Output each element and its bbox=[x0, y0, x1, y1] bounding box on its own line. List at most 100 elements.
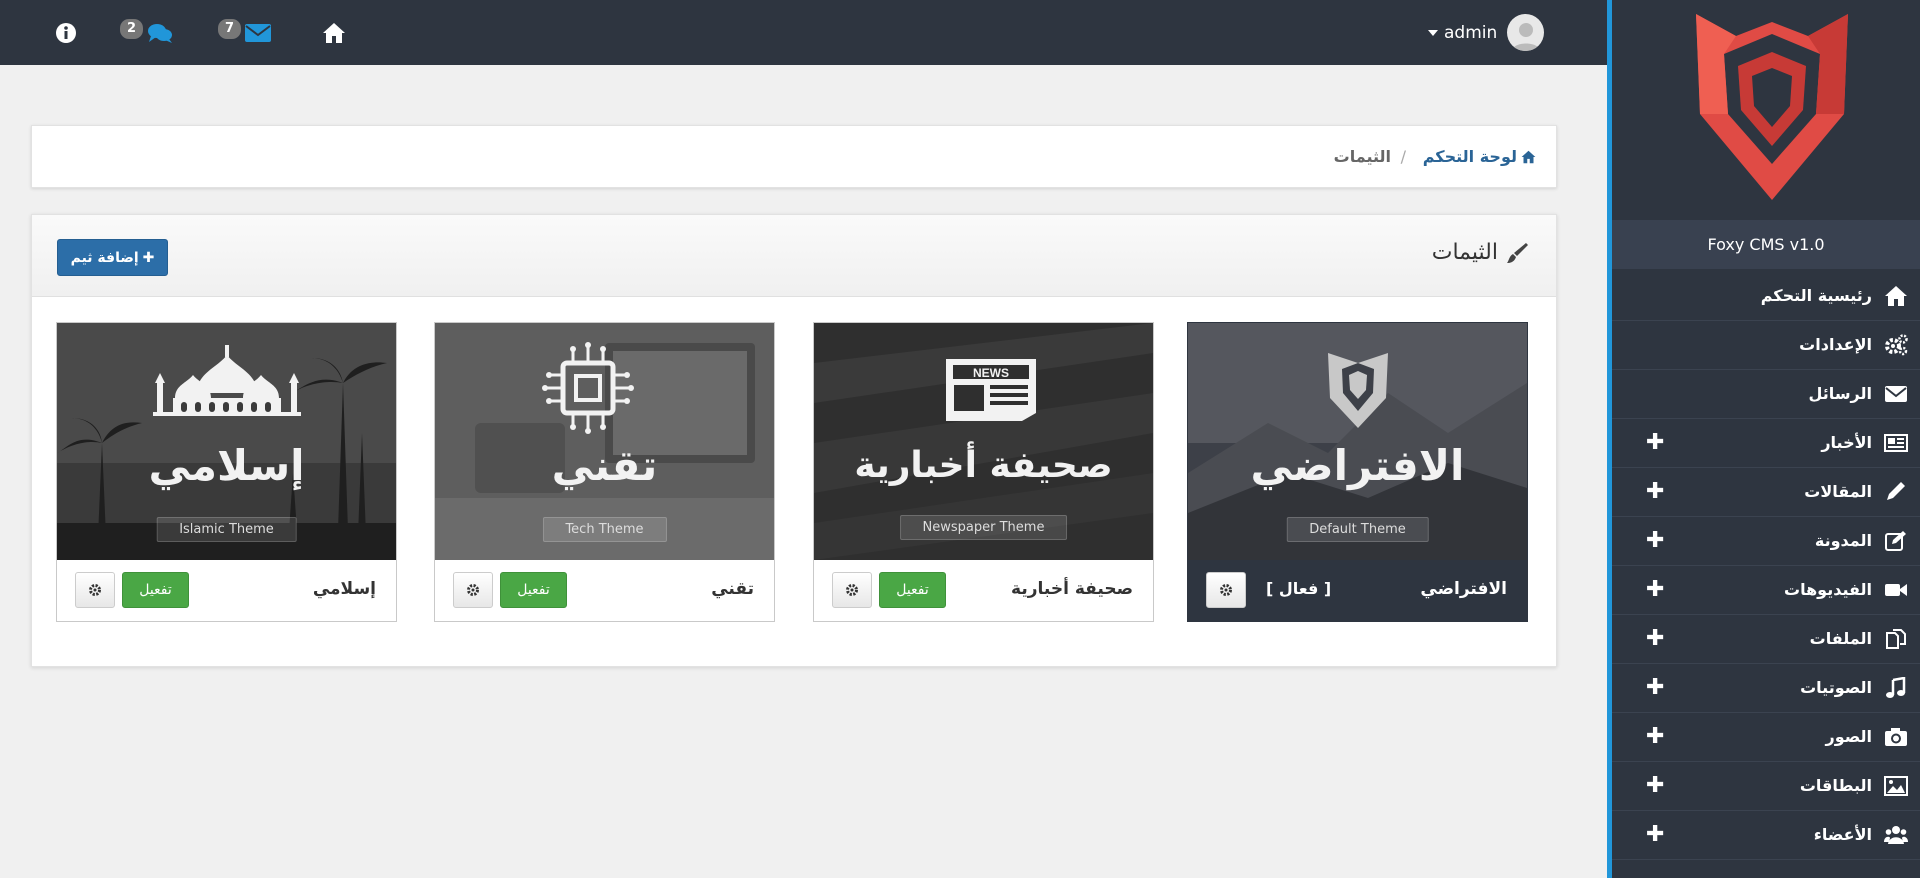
theme-card-islamic: إسلامي Islamic Theme إسلامي تفعيل bbox=[56, 322, 397, 622]
expand-plus-icon[interactable]: ✚ bbox=[1646, 824, 1664, 846]
home-icon bbox=[323, 22, 345, 43]
theme-preview-caption: Newspaper Theme bbox=[899, 515, 1068, 540]
breadcrumb: لوحة التحكم / الثيمات bbox=[31, 125, 1557, 188]
files-icon bbox=[1886, 629, 1906, 649]
sidebar-item-label: رئيسية التحكم bbox=[1760, 286, 1872, 305]
sidebar-item-photos[interactable]: ✚ الصور bbox=[1612, 713, 1920, 762]
expand-plus-icon[interactable]: ✚ bbox=[1646, 579, 1664, 601]
paint-brush-icon bbox=[1507, 242, 1528, 263]
home-icon bbox=[1885, 286, 1907, 306]
camera-icon bbox=[1885, 728, 1907, 746]
breadcrumb-separator: / bbox=[1400, 147, 1406, 166]
top-navbar: 2 7 admin bbox=[0, 0, 1607, 65]
sidebar-item-settings[interactable]: الإعدادات bbox=[1612, 321, 1920, 370]
theme-settings-button[interactable] bbox=[75, 572, 115, 608]
home-icon bbox=[1521, 150, 1536, 163]
theme-preview-tech: تقني Tech Theme bbox=[435, 323, 774, 560]
theme-preview-title: إسلامي bbox=[148, 441, 305, 490]
pencil-icon bbox=[1887, 482, 1905, 500]
sidebar-item-audio[interactable]: ✚ الصوتيات bbox=[1612, 664, 1920, 713]
activate-theme-button[interactable]: تفعيل bbox=[879, 572, 946, 608]
gear-icon bbox=[846, 584, 858, 596]
gear-icon bbox=[1220, 584, 1232, 596]
add-theme-button[interactable]: ✚ إضافة ثيم bbox=[57, 239, 168, 276]
expand-plus-icon[interactable]: ✚ bbox=[1646, 677, 1664, 699]
sidebar-item-label: البطاقات bbox=[1799, 776, 1872, 795]
video-camera-icon bbox=[1885, 584, 1907, 596]
sidebar-item-label: الصور bbox=[1825, 727, 1873, 746]
expand-plus-icon[interactable]: ✚ bbox=[1646, 775, 1664, 797]
users-icon bbox=[1884, 826, 1908, 844]
expand-plus-icon[interactable]: ✚ bbox=[1646, 530, 1664, 552]
sidebar-item-blog[interactable]: ✚ المدونة bbox=[1612, 517, 1920, 566]
messages-badge: 7 bbox=[218, 18, 242, 39]
theme-card-footer: الافتراضي [ فعال ] bbox=[1188, 560, 1527, 621]
plus-icon: ✚ bbox=[142, 249, 155, 266]
sidebar-item-members[interactable]: ✚ الأعضاء bbox=[1612, 811, 1920, 860]
foxy-logo bbox=[1696, 14, 1848, 200]
envelope-icon bbox=[1885, 386, 1907, 402]
gear-icon bbox=[467, 584, 479, 596]
sidebar-item-dashboard[interactable]: رئيسية التحكم bbox=[1612, 272, 1920, 321]
theme-card-default: الافتراضي Default Theme الافتراضي [ فعال… bbox=[1187, 322, 1528, 622]
sidebar: Foxy CMS v1.0 رئيسية التحكم الإعدادات ال… bbox=[1607, 0, 1920, 878]
home-button[interactable] bbox=[322, 0, 346, 65]
messages-button[interactable]: 7 bbox=[218, 0, 272, 65]
comments-button[interactable]: 2 bbox=[120, 0, 173, 65]
theme-preview-islamic: إسلامي Islamic Theme bbox=[57, 323, 396, 560]
edit-icon bbox=[1885, 531, 1906, 551]
theme-preview-caption: Islamic Theme bbox=[156, 517, 297, 542]
sidebar-item-messages[interactable]: الرسائل bbox=[1612, 370, 1920, 419]
sidebar-item-files[interactable]: ✚ الملفات bbox=[1612, 615, 1920, 664]
info-icon bbox=[56, 22, 76, 43]
sidebar-item-label: الفيديوهات bbox=[1784, 580, 1872, 599]
sidebar-item-news[interactable]: ✚ الأخبار bbox=[1612, 419, 1920, 468]
theme-preview-title: صحيفة أخبارية bbox=[854, 445, 1113, 486]
sidebar-item-label: الأخبار bbox=[1821, 433, 1872, 452]
theme-preview-title: تقني bbox=[551, 441, 658, 490]
theme-card-tech: تقني Tech Theme تقني تفعيل bbox=[434, 322, 775, 622]
expand-plus-icon[interactable]: ✚ bbox=[1646, 432, 1664, 454]
sidebar-item-label: الصوتيات bbox=[1800, 678, 1872, 697]
user-menu[interactable]: admin bbox=[1428, 0, 1545, 65]
theme-preview-caption: Default Theme bbox=[1286, 517, 1429, 542]
breadcrumb-current: الثيمات bbox=[1333, 147, 1391, 166]
avatar bbox=[1507, 14, 1545, 51]
add-theme-label: إضافة ثيم bbox=[70, 249, 139, 266]
sidebar-item-label: الأعضاء bbox=[1813, 825, 1872, 844]
comments-badge: 2 bbox=[120, 18, 144, 39]
theme-settings-button[interactable] bbox=[453, 572, 493, 608]
panel-title: الثيمات bbox=[1432, 240, 1528, 265]
username: admin bbox=[1444, 22, 1498, 43]
sidebar-item-articles[interactable]: ✚ المقالات bbox=[1612, 468, 1920, 517]
theme-settings-button[interactable] bbox=[832, 572, 872, 608]
panel-title-text: الثيمات bbox=[1431, 240, 1498, 265]
sidebar-item-label: الملفات bbox=[1809, 629, 1872, 648]
user-silhouette-icon bbox=[1511, 23, 1540, 51]
music-icon bbox=[1886, 677, 1906, 698]
theme-preview-caption: Tech Theme bbox=[542, 517, 667, 542]
expand-plus-icon[interactable]: ✚ bbox=[1646, 726, 1664, 748]
activate-theme-button[interactable]: تفعيل bbox=[122, 572, 189, 608]
sidebar-item-videos[interactable]: ✚ الفيديوهات bbox=[1612, 566, 1920, 615]
expand-plus-icon[interactable]: ✚ bbox=[1646, 628, 1664, 650]
breadcrumb-home-link[interactable]: لوحة التحكم bbox=[1423, 147, 1536, 166]
theme-settings-button[interactable] bbox=[1206, 572, 1246, 608]
sidebar-item-label: الإعدادات bbox=[1799, 335, 1872, 354]
caret-down-icon bbox=[1428, 29, 1438, 36]
gear-icon bbox=[89, 584, 101, 596]
expand-plus-icon[interactable]: ✚ bbox=[1646, 481, 1664, 503]
newspaper-icon bbox=[1884, 434, 1908, 452]
envelope-icon bbox=[245, 23, 272, 42]
info-button[interactable] bbox=[55, 0, 77, 65]
theme-card-footer: صحيفة أخبارية تفعيل bbox=[814, 560, 1153, 621]
activate-theme-button[interactable]: تفعيل bbox=[500, 572, 567, 608]
panel-header: الثيمات ✚ إضافة ثيم bbox=[32, 215, 1556, 297]
sidebar-item-label: المقالات bbox=[1804, 482, 1872, 501]
sidebar-item-label: الرسائل bbox=[1808, 384, 1872, 403]
brand-version: Foxy CMS v1.0 bbox=[1612, 220, 1920, 269]
theme-card-footer: تقني تفعيل bbox=[435, 560, 774, 621]
theme-preview-default: الافتراضي Default Theme bbox=[1188, 323, 1527, 560]
sidebar-item-cards[interactable]: ✚ البطاقات bbox=[1612, 762, 1920, 811]
theme-preview-title: الافتراضي bbox=[1250, 441, 1465, 490]
